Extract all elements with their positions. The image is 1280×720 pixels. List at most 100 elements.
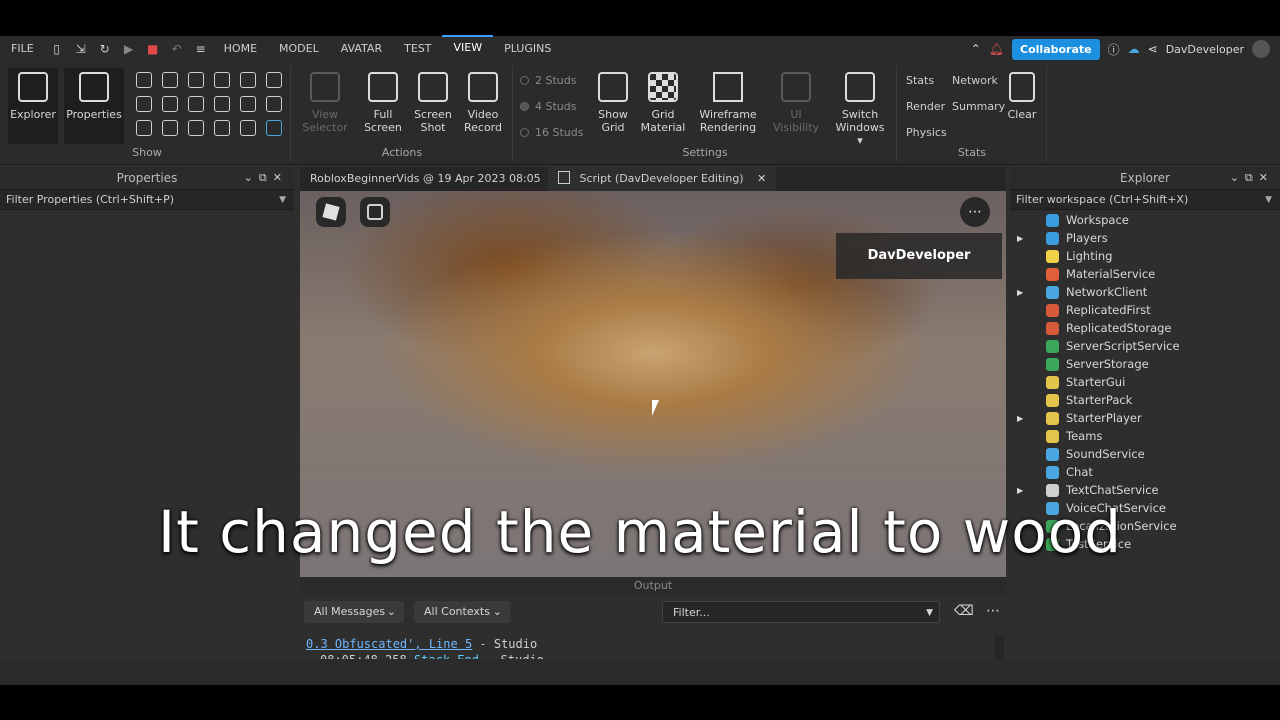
menu-tab-model[interactable]: MODEL: [268, 36, 330, 62]
chevron-down-icon[interactable]: ▼: [1265, 190, 1272, 210]
avatar[interactable]: [1252, 40, 1270, 58]
network-link[interactable]: Network: [952, 74, 998, 87]
explorer-item[interactable]: Workspace: [1010, 211, 1280, 229]
tab-place[interactable]: RobloxBeginnerVids @ 19 Apr 2023 08:05 ✕: [300, 167, 573, 191]
physics-link[interactable]: Physics: [906, 126, 947, 139]
explorer-item[interactable]: Teams: [1010, 427, 1280, 445]
menu-tab-avatar[interactable]: AVATAR: [330, 36, 393, 62]
terrain-editor-icon[interactable]: [188, 96, 204, 112]
cloud-icon[interactable]: ☁: [1128, 42, 1140, 56]
render-link[interactable]: Render: [906, 100, 945, 113]
find-results-icon[interactable]: [162, 96, 178, 112]
roblox-menu-icon[interactable]: [316, 197, 346, 227]
collaborate-button[interactable]: Collaborate: [1012, 38, 1100, 60]
explorer-filter[interactable]: Filter workspace (Ctrl+Shift+X) ▼: [1010, 190, 1280, 210]
wireframe-triangle-icon: [713, 72, 743, 102]
more-options-icon[interactable]: ⋯: [960, 197, 990, 227]
explorer-item[interactable]: ReplicatedFirst: [1010, 301, 1280, 319]
explorer-item[interactable]: StarterPack: [1010, 391, 1280, 409]
collaborators-icon[interactable]: [240, 72, 256, 88]
explorer-button[interactable]: Explorer: [8, 68, 58, 144]
game-explorer-icon[interactable]: [266, 96, 282, 112]
play-icon[interactable]: ▶: [122, 42, 136, 56]
collapse-ribbon-icon[interactable]: ⌃: [971, 42, 981, 56]
redo-icon[interactable]: ↻: [98, 42, 112, 56]
context-icon[interactable]: [162, 120, 178, 136]
menu-tab-home[interactable]: HOME: [213, 36, 268, 62]
chevron-down-icon[interactable]: ▼: [279, 190, 286, 210]
close-icon[interactable]: ✕: [757, 172, 766, 185]
panel-controls-icon[interactable]: ⌄⧉✕: [244, 167, 288, 189]
file-menu[interactable]: FILE: [0, 36, 45, 62]
performance-icon[interactable]: [214, 120, 230, 136]
explorer-item[interactable]: StarterGui: [1010, 373, 1280, 391]
quick-access-dropdown-icon[interactable]: ≡: [194, 42, 208, 56]
stack-link[interactable]: 0.3 Obfuscated', Line 5: [306, 637, 472, 651]
properties-filter[interactable]: Filter Properties (Ctrl+Shift+P) ▼: [0, 190, 294, 210]
share-icon[interactable]: ⋖: [1148, 42, 1158, 56]
copy-icon[interactable]: [240, 120, 256, 136]
bar-chart-icon[interactable]: [188, 120, 204, 136]
expand-arrow-icon[interactable]: ▶: [1017, 486, 1029, 495]
full-screen-button[interactable]: Full Screen: [358, 68, 408, 144]
explorer-item[interactable]: SoundService: [1010, 445, 1280, 463]
screen-shot-button[interactable]: Screen Shot: [408, 68, 458, 144]
output-filter-input[interactable]: Filter... ▼: [662, 601, 940, 623]
explorer-item[interactable]: Chat: [1010, 463, 1280, 481]
expand-arrow-icon[interactable]: ▶: [1017, 234, 1029, 243]
explorer-item[interactable]: ReplicatedStorage: [1010, 319, 1280, 337]
script-analysis-icon[interactable]: [266, 72, 282, 88]
open-file-icon[interactable]: ⇲: [74, 42, 88, 56]
expand-arrow-icon[interactable]: ▶: [1017, 414, 1029, 423]
clear-button[interactable]: Clear: [1000, 68, 1044, 144]
script-performance-icon[interactable]: [214, 96, 230, 112]
command-bar-icon[interactable]: [136, 96, 152, 112]
help-icon[interactable]: ⓘ: [1108, 41, 1120, 58]
menu-tab-view[interactable]: VIEW: [442, 35, 494, 63]
explorer-item[interactable]: ▶ TextChatService: [1010, 481, 1280, 499]
contexts-filter-select[interactable]: All Contexts ⌄: [414, 601, 510, 623]
wireframe-rendering-button[interactable]: Wireframe Rendering: [698, 68, 758, 144]
switch-windows-button[interactable]: Switch Windows ▾: [832, 68, 888, 147]
explorer-item[interactable]: MaterialService: [1010, 265, 1280, 283]
explorer-item[interactable]: ▶ Players: [1010, 229, 1280, 247]
show-grid-button[interactable]: Show Grid: [588, 68, 638, 144]
explorer-item[interactable]: ▶ StarterPlayer: [1010, 409, 1280, 427]
tag-editor-icon[interactable]: [214, 72, 230, 88]
notification-bell-icon[interactable]: 🔔︎: [989, 42, 1004, 56]
video-record-button[interactable]: Video Record: [458, 68, 508, 144]
explorer-item[interactable]: Lighting: [1010, 247, 1280, 265]
new-file-icon[interactable]: ▯: [50, 42, 64, 56]
username-label[interactable]: DavDeveloper: [1166, 43, 1244, 56]
clear-output-icon[interactable]: ⌫: [954, 603, 974, 619]
toolbox-icon[interactable]: [136, 72, 152, 88]
team-create-icon[interactable]: [136, 120, 152, 136]
output-icon[interactable]: [188, 72, 204, 88]
view-selector-button[interactable]: View Selector: [300, 68, 350, 144]
stats-link[interactable]: Stats: [906, 74, 934, 87]
menu-tab-test[interactable]: TEST: [393, 36, 442, 62]
asset-manager-icon[interactable]: [162, 72, 178, 88]
panel-controls-icon[interactable]: ⌄⧉✕: [1230, 167, 1274, 189]
stud-2[interactable]: 2 Studs: [520, 74, 576, 87]
explorer-item[interactable]: ▶ NetworkClient: [1010, 283, 1280, 301]
stop-icon[interactable]: ■: [146, 42, 160, 56]
explorer-item[interactable]: ServerScriptService: [1010, 337, 1280, 355]
messages-filter-select[interactable]: All Messages ⌄: [304, 601, 404, 623]
more-icon[interactable]: ⋯: [986, 603, 1000, 619]
properties-button[interactable]: Properties: [64, 68, 124, 144]
stud-4[interactable]: 4 Studs: [520, 100, 576, 113]
explorer-item[interactable]: ServerStorage: [1010, 355, 1280, 373]
grid-material-button[interactable]: Grid Material: [638, 68, 688, 144]
undo-icon[interactable]: ↶: [170, 42, 184, 56]
radio-icon: [520, 76, 529, 85]
tag-icon[interactable]: [240, 96, 256, 112]
stud-16[interactable]: 16 Studs: [520, 126, 583, 139]
menu-tab-plugins[interactable]: PLUGINS: [493, 36, 562, 62]
expand-arrow-icon[interactable]: ▶: [1017, 288, 1029, 297]
tab-script[interactable]: Script (DavDeveloper Editing) ✕: [548, 167, 777, 191]
summary-link[interactable]: Summary: [952, 100, 1005, 113]
ui-visibility-button[interactable]: UI Visibility: [766, 68, 826, 144]
chat-bubble-icon[interactable]: [266, 120, 282, 136]
chat-icon[interactable]: [360, 197, 390, 227]
